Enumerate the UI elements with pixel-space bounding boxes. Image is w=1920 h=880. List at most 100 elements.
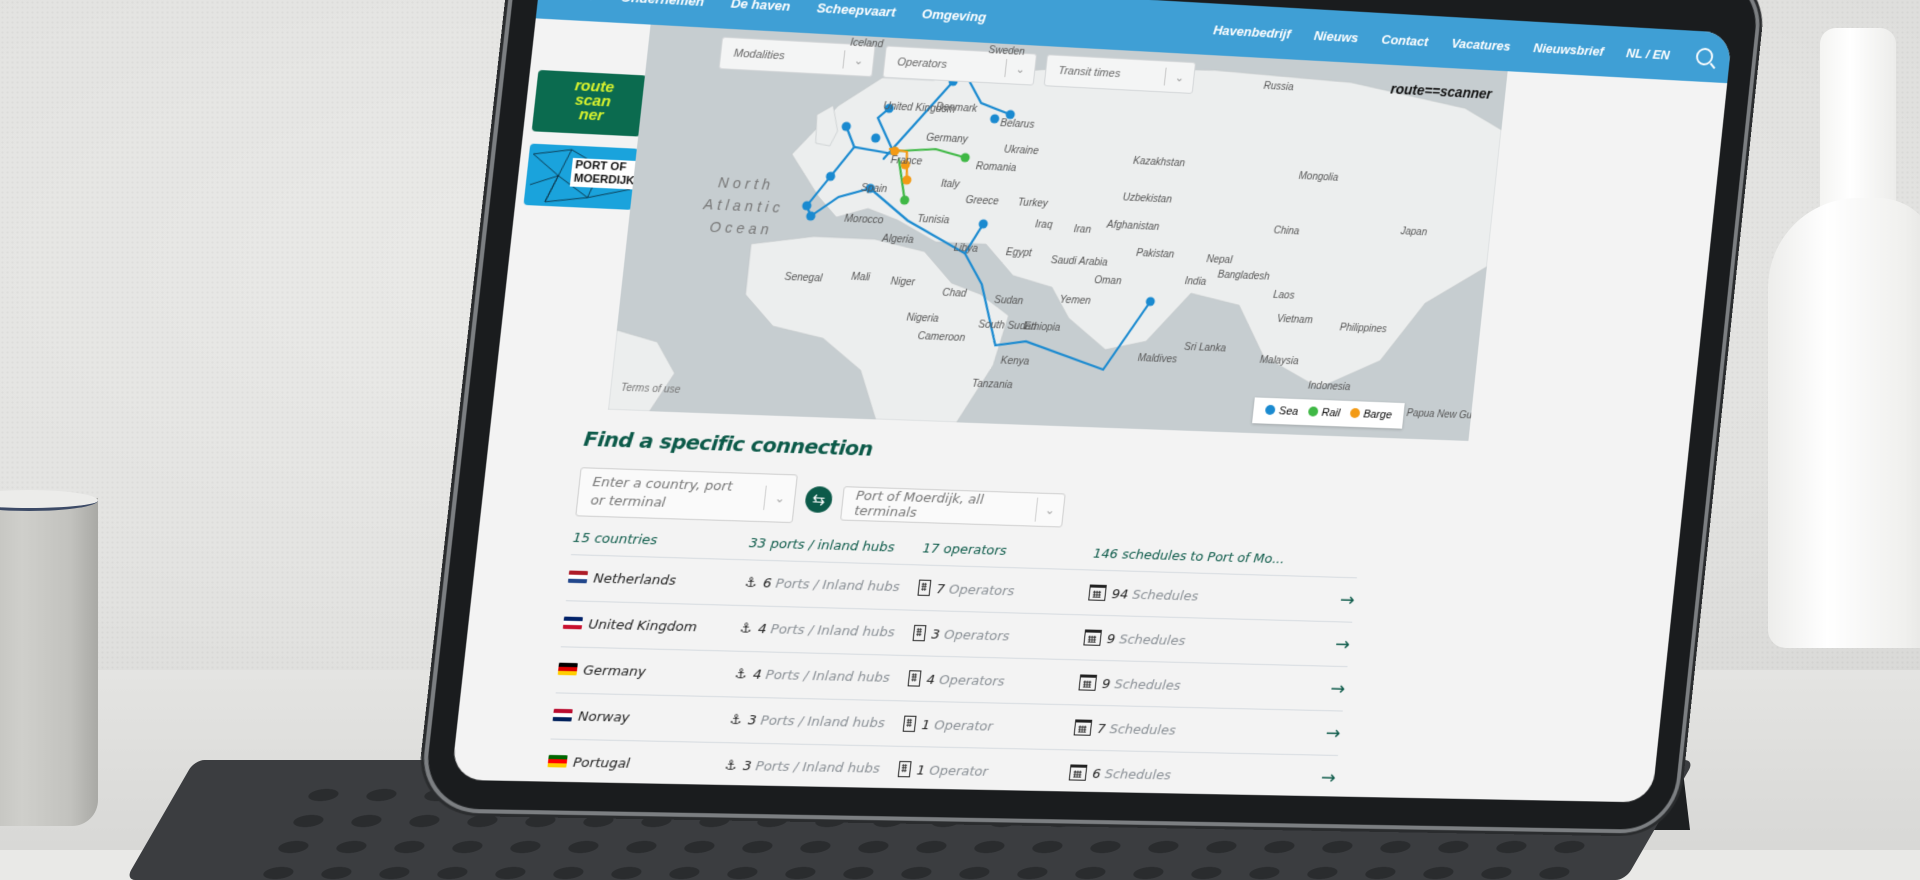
calendar-icon — [1078, 673, 1098, 691]
flag-icon — [557, 662, 578, 675]
map-label-laos: Laos — [1272, 289, 1295, 302]
country-name: Portugal — [572, 754, 631, 772]
schedules-cell: 94 Schedules — [1088, 583, 1326, 608]
terms-of-use-link[interactable]: Terms of use — [620, 383, 681, 396]
map-label-turkey: Turkey — [1017, 197, 1049, 211]
land-americas — [607, 330, 679, 412]
nav-item-nieuwsbrief[interactable]: Nieuwsbrief — [1533, 40, 1605, 58]
ports-value: 4 — [757, 621, 768, 637]
map-label-india: India — [1184, 275, 1207, 288]
chevron-down-icon: ⌄ — [773, 491, 786, 506]
map-label-tunisia: Tunisia — [916, 214, 950, 227]
schedules-cell: 6 Schedules — [1068, 763, 1308, 786]
map-label-algeria: Algeria — [881, 233, 915, 247]
ports-label: Ports / Inland hubs — [774, 575, 901, 595]
operators-cell: 1 Operator — [902, 715, 1076, 736]
page-content: route scan ner PORT OF MOERDIJK Modaliti… — [451, 18, 1727, 802]
ports-value: 4 — [752, 666, 763, 683]
ports-cell: ⚓ 4 Ports / Inland hubs — [739, 621, 914, 641]
map-label-niger: Niger — [889, 276, 916, 289]
ports-label: Ports / Inland hubs — [754, 758, 881, 777]
language-switch[interactable]: NL / EN — [1626, 45, 1671, 62]
legend-item-sea: Sea — [1264, 404, 1299, 418]
operators-cell: 3 Operators — [912, 624, 1085, 646]
port-of-moerdijk-logo[interactable]: PORT OF MOERDIJK — [523, 143, 646, 211]
building-icon — [912, 624, 927, 641]
map-label-indonesia: Indonesia — [1307, 381, 1351, 394]
ports-count: 33 ports / inland hubs — [748, 535, 896, 556]
operators-label: Operators — [938, 672, 1006, 690]
anchor-icon: ⚓ — [728, 712, 743, 728]
map-label-italy: Italy — [940, 178, 961, 191]
map-label-china: China — [1273, 225, 1300, 238]
schedules-cell: 7 Schedules — [1073, 718, 1313, 741]
legend-label: Barge — [1362, 408, 1393, 422]
schedules-value: 7 — [1096, 721, 1107, 737]
ports-cell: ⚓ 6 Ports / Inland hubs — [744, 575, 919, 595]
ocean-label-line: Ocean — [708, 218, 774, 238]
map-label-sri-lanka: Sri Lanka — [1183, 341, 1227, 355]
arrow-right-icon[interactable]: → — [1315, 678, 1346, 699]
map-label-france: France — [890, 154, 923, 168]
map-label-chad: Chad — [941, 287, 968, 300]
map-label-senegal: Senegal — [783, 272, 823, 285]
schedules-label: Schedules — [1103, 766, 1172, 783]
nav-item-nieuws[interactable]: Nieuws — [1313, 28, 1359, 45]
map-label-egypt: Egypt — [1005, 246, 1033, 259]
calendar-icon — [1088, 583, 1107, 601]
schedules-value: 9 — [1101, 676, 1112, 692]
connection-finder: Find a specific connection Enter a count… — [545, 426, 1370, 801]
origin-placeholder: Enter a country, port or terminal — [589, 474, 734, 511]
country-name: Norway — [577, 708, 631, 726]
schedules-value: 9 — [1106, 631, 1117, 647]
arrow-right-icon[interactable]: → — [1305, 767, 1337, 788]
operators-value: 3 — [930, 626, 941, 643]
ports-label: Ports / Inland hubs — [769, 621, 896, 641]
map-label-nepal: Nepal — [1205, 253, 1233, 266]
ports-value: 3 — [747, 712, 758, 729]
arrow-right-icon[interactable]: → — [1324, 589, 1356, 610]
calendar-icon — [1083, 628, 1103, 646]
nav-item-vacatures[interactable]: Vacatures — [1451, 35, 1512, 53]
calendar-icon — [1073, 718, 1093, 736]
legend-label: Sea — [1278, 405, 1299, 418]
destination-select[interactable]: Port of Moerdijk, all terminals ⌄ — [840, 486, 1066, 528]
search-icon[interactable] — [1695, 47, 1714, 66]
nav-item-de-haven[interactable]: De haven — [730, 0, 791, 13]
nav-item-ondernemen[interactable]: Ondernemen — [620, 0, 705, 9]
map-label-philippines: Philippines — [1339, 321, 1388, 335]
nav-item-contact[interactable]: Contact — [1381, 31, 1429, 48]
arrow-right-icon[interactable]: → — [1320, 633, 1351, 655]
modalities-label: Modalities — [733, 47, 786, 63]
nav-item-havenbedrijf[interactable]: Havenbedrijf — [1213, 22, 1292, 41]
route-map[interactable]: Modalities ⌄ Operators ⌄ Transit times ⌄… — [607, 24, 1508, 441]
map-label-mongolia: Mongolia — [1298, 171, 1339, 185]
nav-item-scheepvaart[interactable]: Scheepvaart — [816, 0, 896, 19]
transit-times-label: Transit times — [1057, 64, 1121, 81]
nav-item-omgeving[interactable]: Omgeving — [921, 6, 987, 25]
port-logo-line-2: MOERDIJK — [573, 172, 636, 188]
arrow-right-icon[interactable]: → — [1310, 722, 1342, 744]
map-label-sudan: Sudan — [993, 294, 1024, 308]
anchor-icon: ⚓ — [733, 666, 748, 682]
swap-icon[interactable]: ⇆ — [804, 485, 834, 514]
map-label-libya: Libya — [953, 242, 979, 255]
map-label-romania: Romania — [975, 160, 1017, 174]
map-label-morocco: Morocco — [843, 213, 884, 227]
anchor-icon: ⚓ — [723, 757, 738, 774]
map-label-kenya: Kenya — [1000, 355, 1030, 368]
schedules-cell: 9 Schedules — [1083, 628, 1321, 652]
country-cell: Germany — [557, 662, 735, 682]
schedules-count: 146 schedules to Port of Mo... — [1092, 546, 1286, 568]
schedules-label: Schedules — [1131, 587, 1199, 605]
logo-line-3: ner — [578, 105, 605, 125]
origin-select[interactable]: Enter a country, port or terminal ⌄ — [575, 467, 798, 524]
country-cell: Netherlands — [567, 569, 746, 590]
map-label-afghanistan: Afghanistan — [1106, 219, 1160, 234]
nav-item-home[interactable]: Home — [557, 0, 595, 2]
destination-value: Port of Moerdijk, all terminals — [853, 488, 985, 521]
map-label-iceland: Iceland — [849, 37, 884, 51]
chevron-down-icon: ⌄ — [1174, 71, 1185, 85]
routescanner-logo[interactable]: route scan ner — [531, 69, 654, 137]
map-label-denmark: Denmark — [935, 101, 978, 115]
